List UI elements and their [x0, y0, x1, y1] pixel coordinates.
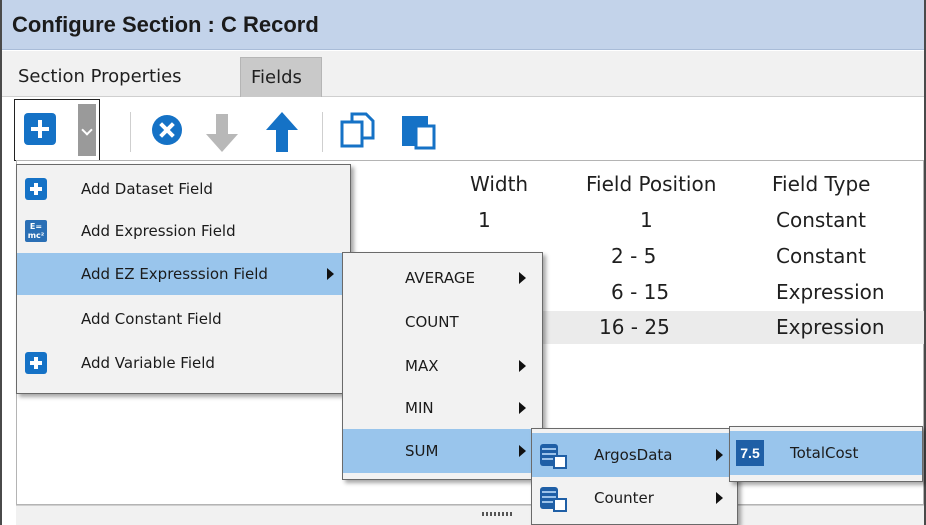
scrollbar-grip-icon[interactable]	[482, 512, 512, 516]
menu-item-totalcost[interactable]: 7.5 TotalCost	[730, 431, 922, 475]
menu-item-sum[interactable]: SUM	[343, 429, 542, 473]
copy-icon[interactable]	[338, 110, 378, 152]
submenu-arrow-icon	[519, 402, 526, 414]
horizontal-scrollbar[interactable]	[16, 505, 924, 525]
cell-position: 2 - 5	[611, 244, 657, 268]
cell-type: Constant	[776, 244, 866, 268]
move-down-icon[interactable]	[202, 110, 242, 154]
add-field-menu: Add Dataset Field E= mc² Add Expression F…	[16, 164, 351, 394]
cell-type: Expression	[776, 280, 885, 304]
toolbar	[2, 97, 924, 159]
col-header-field-position[interactable]: Field Position	[586, 172, 716, 196]
cell-position: 1	[640, 208, 653, 232]
menu-item-counter[interactable]: Counter	[532, 477, 737, 519]
numeric-field-icon: 7.5	[736, 440, 764, 466]
menu-item-add-variable-field[interactable]: Add Variable Field	[17, 343, 350, 383]
cell-type: Expression	[776, 315, 885, 339]
tab-bar: Section Properties Fields	[2, 51, 924, 97]
expression-icon: E= mc²	[25, 220, 47, 242]
menu-item-add-constant-field[interactable]: Add Constant Field	[17, 299, 350, 339]
delete-icon[interactable]	[152, 115, 182, 145]
submenu-arrow-icon	[327, 268, 334, 280]
ez-expression-submenu: AVERAGE COUNT MAX MIN SUM	[342, 252, 543, 480]
paste-icon[interactable]	[398, 110, 438, 152]
menu-item-add-dataset-field[interactable]: Add Dataset Field	[17, 169, 350, 209]
toolbar-separator	[130, 112, 131, 152]
plus-icon	[25, 178, 47, 200]
submenu-arrow-icon	[519, 360, 526, 372]
add-icon	[24, 113, 56, 145]
cell-position: 6 - 15	[611, 280, 670, 304]
menu-item-add-expression-field[interactable]: E= mc² Add Expression Field	[17, 211, 350, 251]
cell-type: Constant	[776, 208, 866, 232]
menu-item-max[interactable]: MAX	[343, 345, 542, 387]
field-list-submenu: 7.5 TotalCost	[729, 426, 923, 482]
col-header-width[interactable]: Width	[470, 172, 528, 196]
menu-item-count[interactable]: COUNT	[343, 301, 542, 343]
submenu-arrow-icon	[716, 449, 723, 461]
window-title: Configure Section : C Record	[12, 12, 319, 37]
menu-item-average[interactable]: AVERAGE	[343, 257, 542, 299]
sum-submenu: ArgosData Counter	[531, 428, 738, 525]
tab-section-properties[interactable]: Section Properties	[8, 57, 240, 97]
title-bar: Configure Section : C Record	[2, 0, 924, 50]
database-icon	[540, 444, 567, 469]
submenu-arrow-icon	[716, 492, 723, 504]
submenu-arrow-icon	[519, 272, 526, 284]
add-dropdown-arrow-icon[interactable]	[78, 104, 96, 156]
database-icon	[540, 487, 567, 512]
menu-item-argosdata[interactable]: ArgosData	[532, 433, 737, 477]
move-up-icon[interactable]	[262, 110, 302, 154]
cell-width: 1	[478, 208, 491, 232]
col-header-field-type[interactable]: Field Type	[772, 172, 870, 196]
menu-item-min[interactable]: MIN	[343, 387, 542, 429]
toolbar-separator	[322, 112, 323, 152]
submenu-arrow-icon	[519, 445, 526, 457]
cell-position: 16 - 25	[599, 315, 670, 339]
plus-icon	[25, 352, 47, 374]
menu-item-add-ez-expression-field[interactable]: Add EZ Expresssion Field	[17, 253, 350, 295]
tab-fields[interactable]: Fields	[240, 57, 322, 97]
